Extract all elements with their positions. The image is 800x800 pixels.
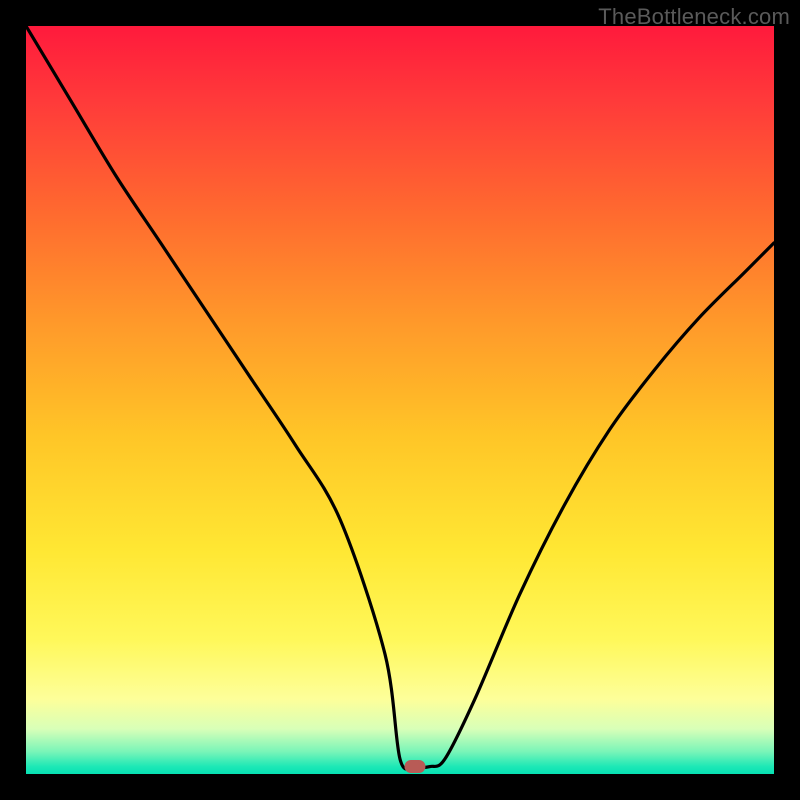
watermark-text: TheBottleneck.com	[598, 4, 790, 30]
chart-frame: TheBottleneck.com	[0, 0, 800, 800]
minimum-marker	[405, 761, 425, 773]
curve-path	[26, 26, 774, 769]
bottleneck-curve	[26, 26, 774, 774]
plot-area	[26, 26, 774, 774]
